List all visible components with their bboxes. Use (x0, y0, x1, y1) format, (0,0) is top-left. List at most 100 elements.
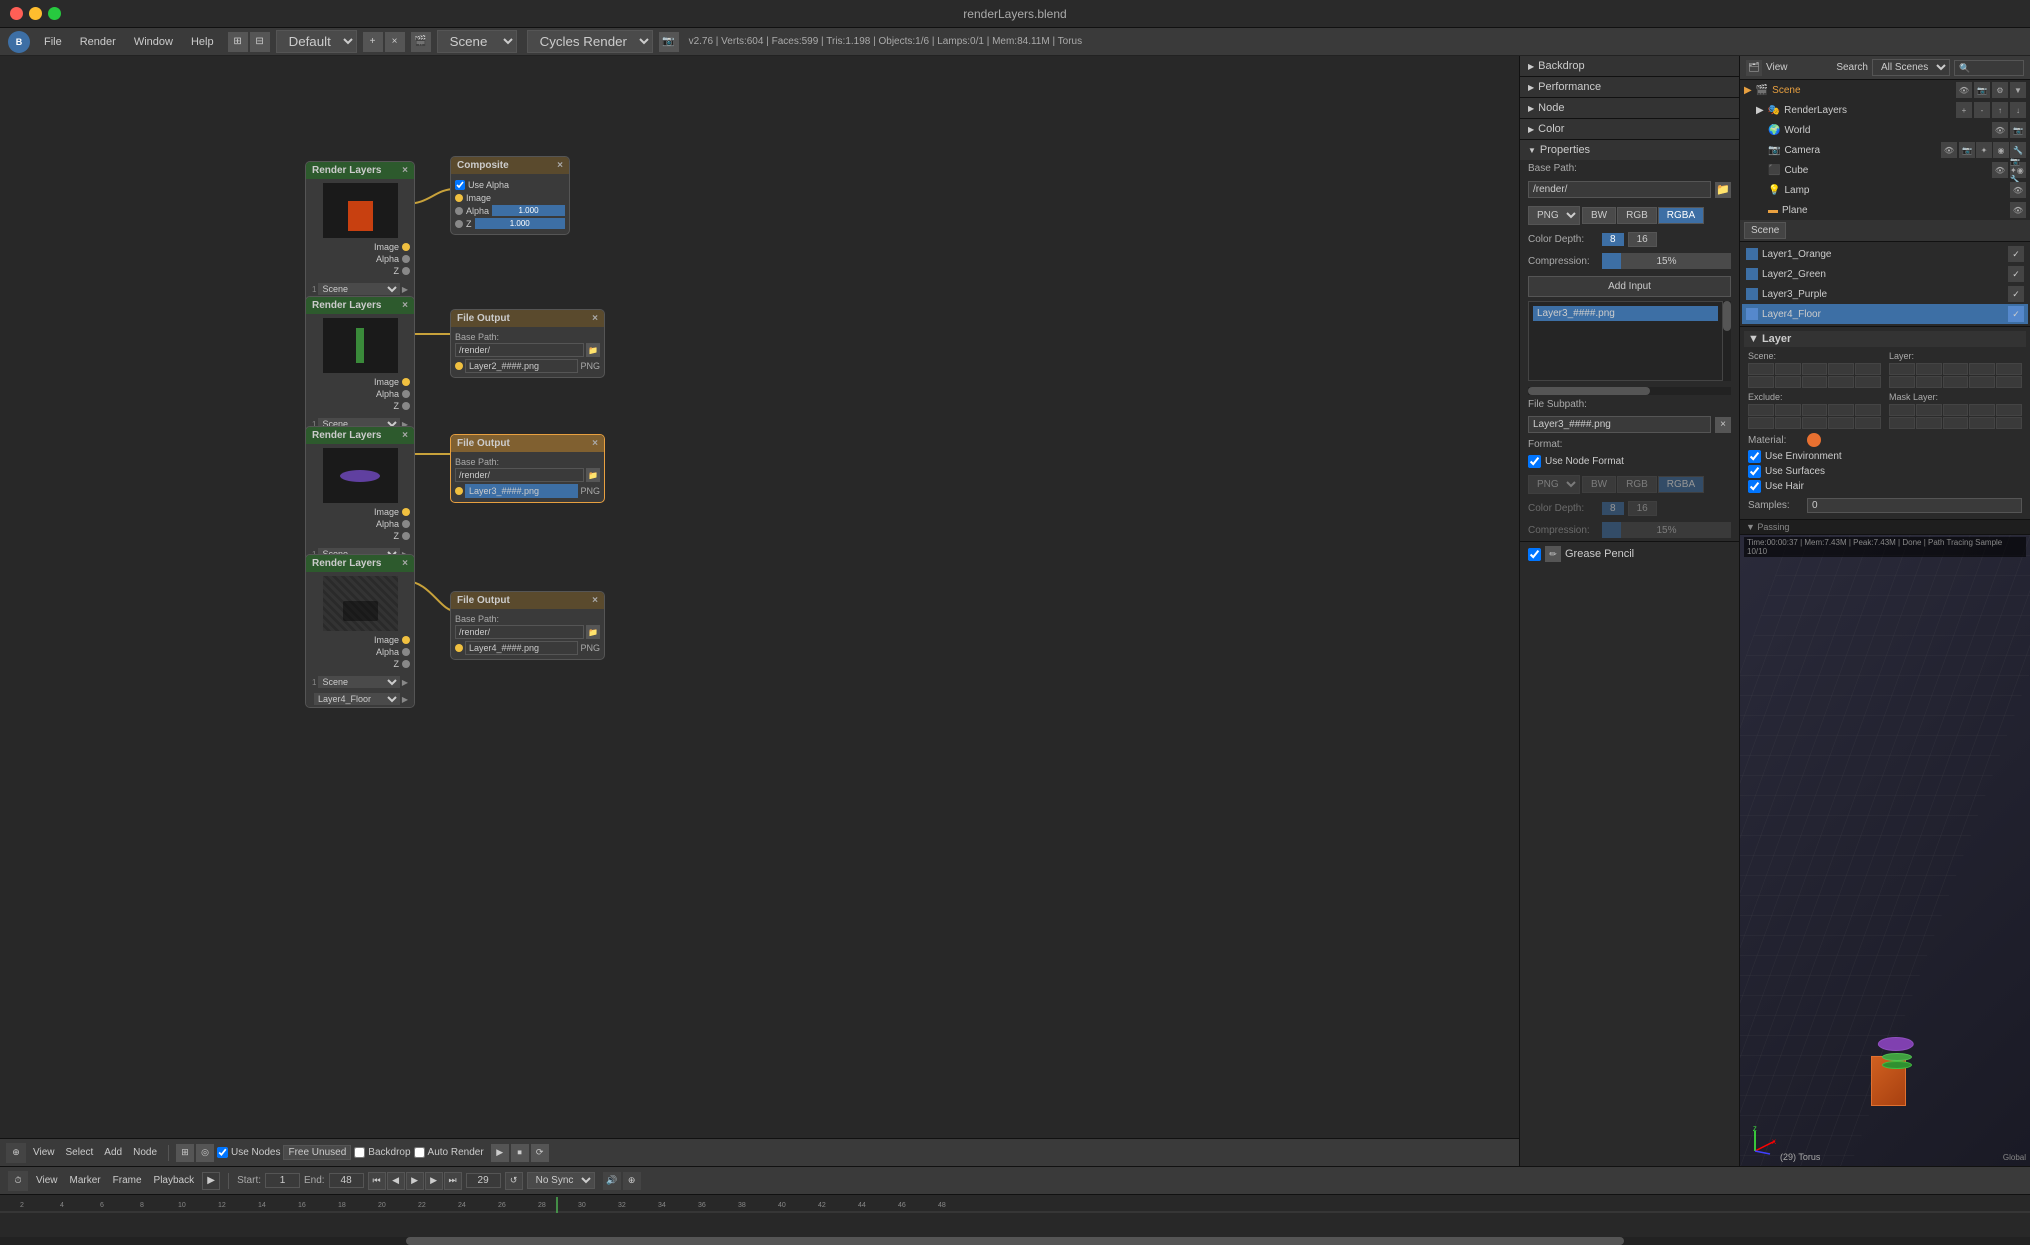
node-close-rl3[interactable]: × (402, 430, 408, 441)
section-header-color[interactable]: ▶ Color (1520, 119, 1739, 139)
node-close-fo3[interactable]: × (592, 595, 598, 606)
node-close-rl4[interactable]: × (402, 558, 408, 569)
compression-bar[interactable]: 15% (1602, 253, 1731, 269)
layer-2-visible[interactable]: ✓ (2008, 266, 2024, 282)
ll-cell-1[interactable] (1889, 363, 1915, 375)
view-menu[interactable]: View (29, 1145, 59, 1160)
layer-4-visible[interactable]: ✓ (2008, 306, 2024, 322)
sc-cell-2[interactable] (1775, 363, 1801, 375)
node-file-output-3[interactable]: File Output × Base Path: /render/ 📁 Laye… (450, 591, 605, 660)
folder-icon-fo3[interactable]: 📁 (586, 625, 600, 639)
lamp-icons[interactable]: 👁 (2010, 182, 2026, 198)
h-scrollbar[interactable] (1528, 387, 1731, 395)
menu-render[interactable]: Render (72, 33, 124, 51)
settings-icon[interactable]: ⚙ (1992, 82, 2008, 98)
marker-btn[interactable]: Marker (66, 1173, 105, 1188)
play-toggle[interactable]: ▶ (202, 1172, 220, 1190)
maximize-button[interactable] (48, 7, 61, 20)
ll-cell-5[interactable] (1996, 363, 2022, 375)
node-rgb-btn[interactable]: RGB (1617, 476, 1657, 493)
grease-pencil-checkbox[interactable] (1528, 548, 1541, 561)
add-menu[interactable]: Add (100, 1145, 126, 1160)
section-header-node[interactable]: ▶ Node (1520, 98, 1739, 118)
node-close-rl1[interactable]: × (402, 165, 408, 176)
node-menu[interactable]: Node (129, 1145, 161, 1160)
audio-btn[interactable]: 🔊 (603, 1172, 621, 1190)
node-file-output-2[interactable]: File Output × Base Path: /render/ 📁 Laye… (450, 434, 605, 503)
eye-icon[interactable]: 👁 (1956, 82, 1972, 98)
step-fwd-btn[interactable]: ▶ (425, 1172, 443, 1190)
ex-cell-10[interactable] (1855, 417, 1881, 429)
minimize-button[interactable] (29, 7, 42, 20)
filter-icon[interactable]: ▼ (2010, 82, 2026, 98)
node-close-rl2[interactable]: × (402, 300, 408, 311)
rl-new-icon[interactable]: + (1956, 102, 1972, 118)
play-btn[interactable]: ▶ (406, 1172, 424, 1190)
depth-16-btn[interactable]: 16 (1628, 232, 1657, 247)
scene-selector[interactable]: Scene (437, 30, 517, 53)
outliner-item-scene[interactable]: ▶ 🎬 Scene 👁 📷 ⚙ ▼ (1740, 80, 2030, 100)
layer-item-4[interactable]: Layer4_Floor ✓ (1742, 304, 2028, 324)
jump-start-btn[interactable]: ⏮ (368, 1172, 386, 1190)
mk-cell-6[interactable] (1889, 417, 1915, 429)
ll-cell-2[interactable] (1916, 363, 1942, 375)
rgb-btn[interactable]: RGB (1617, 207, 1657, 224)
node-compression-bar[interactable]: 15% (1602, 522, 1731, 538)
render-icon-3[interactable]: ⟳ (531, 1144, 549, 1162)
node-rgba-btn[interactable]: RGBA (1658, 476, 1704, 493)
sc-cell-10[interactable] (1855, 376, 1881, 388)
rgba-btn[interactable]: RGBA (1658, 207, 1704, 224)
depth-8-btn[interactable]: 8 (1602, 233, 1624, 246)
backdrop-toggle[interactable]: Backdrop (354, 1147, 410, 1158)
layout-icon[interactable]: ⊞ (228, 32, 248, 52)
auto-render-toggle[interactable]: Auto Render (414, 1147, 484, 1158)
mk-cell-10[interactable] (1996, 417, 2022, 429)
current-frame-input[interactable]: 29 (466, 1173, 501, 1188)
camera-icons[interactable]: 👁 (1941, 142, 1957, 158)
layer-checkbox-2[interactable] (1746, 268, 1758, 280)
node-scene-select-4[interactable]: Scene (318, 676, 399, 688)
sc-cell-6[interactable] (1748, 376, 1774, 388)
mk-cell-1[interactable] (1889, 404, 1915, 416)
motion-path-btn[interactable]: ⊕ (623, 1172, 641, 1190)
ll-cell-3[interactable] (1943, 363, 1969, 375)
layer-item-3[interactable]: Layer3_Purple ✓ (1742, 284, 2028, 304)
free-unused-btn[interactable]: Free Unused (283, 1145, 351, 1160)
node-close-fo1[interactable]: × (592, 313, 598, 324)
mk-cell-2[interactable] (1916, 404, 1942, 416)
rl-move-up[interactable]: ↑ (1992, 102, 2008, 118)
rl-move-down[interactable]: ↓ (2010, 102, 2026, 118)
sc-cell-8[interactable] (1802, 376, 1828, 388)
menu-file[interactable]: File (36, 33, 70, 51)
base-path-input[interactable] (1528, 181, 1711, 198)
sc-cell-7[interactable] (1775, 376, 1801, 388)
use-hair-checkbox[interactable] (1748, 480, 1761, 493)
subpath-clear-btn[interactable]: × (1715, 417, 1731, 433)
folder-icon-fo1[interactable]: 📁 (586, 343, 600, 357)
sc-cell-5[interactable] (1855, 363, 1881, 375)
add-input-button[interactable]: Add Input (1528, 276, 1731, 297)
node-format-select[interactable]: PNG (1528, 475, 1580, 494)
world-render-icon[interactable]: 📷 (2010, 122, 2026, 138)
ex-cell-9[interactable] (1828, 417, 1854, 429)
camera-icon-3[interactable]: ✦ (1976, 142, 1992, 158)
outliner-item-world[interactable]: 🌍 World 👁 📷 (1764, 120, 2030, 140)
start-frame-input[interactable]: 1 (265, 1173, 300, 1188)
layer-item-1[interactable]: Layer1_Orange ✓ (1742, 244, 2028, 264)
menu-window[interactable]: Window (126, 33, 181, 51)
layer-checkbox-4[interactable] (1746, 308, 1758, 320)
node-depth-8-btn[interactable]: 8 (1602, 502, 1624, 515)
render-icon-1[interactable]: ▶ (491, 1144, 509, 1162)
node-layer-select-4[interactable]: Layer4_Floor (314, 693, 400, 705)
input-item-layer3[interactable]: Layer3_####.png (1533, 306, 1718, 321)
material-color-icon[interactable] (1807, 433, 1821, 447)
section-header-performance[interactable]: ▶ Performance (1520, 77, 1739, 97)
subpath-input[interactable] (1528, 416, 1711, 433)
world-eye-icon[interactable]: 👁 (1992, 122, 2008, 138)
workspace-add[interactable]: + (363, 32, 383, 52)
ex-cell-2[interactable] (1775, 404, 1801, 416)
node-icon-1[interactable]: ⊞ (176, 1144, 194, 1162)
section-header-backdrop[interactable]: ▶ Backdrop (1520, 56, 1739, 76)
node-close-composite[interactable]: × (557, 160, 563, 171)
render-icon-2[interactable]: ⏹ (511, 1144, 529, 1162)
